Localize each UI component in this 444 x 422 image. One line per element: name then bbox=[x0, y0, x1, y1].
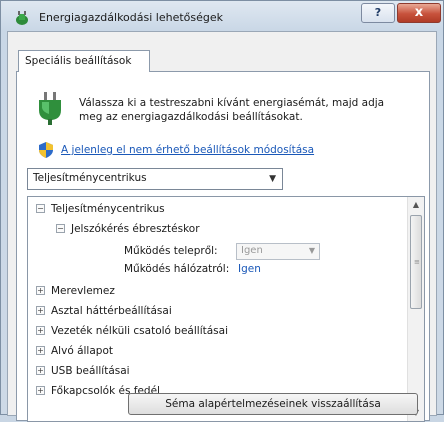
tree-item[interactable]: + Alvó állapot bbox=[36, 345, 113, 357]
tree-item-label: Vezeték nélküli csatoló beállításai bbox=[51, 325, 228, 337]
tree-item-label: Merevlemez bbox=[51, 285, 115, 297]
scrollbar-thumb[interactable]: ≡ bbox=[410, 215, 422, 309]
collapse-icon[interactable]: − bbox=[36, 204, 45, 213]
tree-item[interactable]: + USB beállításai bbox=[36, 365, 130, 377]
power-plan-icon bbox=[16, 11, 28, 25]
restore-defaults-button[interactable]: Séma alapértelmezéseinek visszaállítása bbox=[128, 393, 418, 415]
option-ac-label: Működés hálózatról: bbox=[124, 263, 230, 275]
power-plan-select-value: Teljesítménycentrikus bbox=[33, 172, 147, 184]
tree-item-root-label: Teljesítménycentrikus bbox=[51, 203, 165, 215]
dropdown-arrow-icon: ▼ bbox=[308, 246, 315, 255]
shield-icon bbox=[39, 142, 53, 158]
tree-item-label: Alvó állapot bbox=[51, 345, 113, 357]
window-title: Energiagazdálkodási lehetőségek bbox=[39, 11, 224, 24]
option-ac-value[interactable]: Igen bbox=[238, 263, 261, 275]
grip-icon: ≡ bbox=[414, 258, 420, 266]
dialog-body: Speciális beállítások Válassza ki a test… bbox=[7, 31, 437, 422]
option-battery-label: Működés telepről: bbox=[124, 245, 218, 257]
tree-item-group-label: Jelszókérés ébresztéskor bbox=[71, 223, 200, 235]
expand-icon[interactable]: + bbox=[36, 326, 45, 335]
option-battery-value: Igen bbox=[241, 245, 263, 256]
title-bar: Energiagazdálkodási lehetőségek ? x bbox=[1, 1, 443, 33]
intro-text: Válassza ki a testreszabni kívánt energi… bbox=[79, 97, 385, 123]
expand-icon[interactable]: + bbox=[36, 346, 45, 355]
tree-item-label: Asztal háttérbeállításai bbox=[51, 305, 172, 317]
tree-item-group[interactable]: − Jelszókérés ébresztéskor bbox=[56, 223, 200, 235]
tree-item[interactable]: + Vezeték nélküli csatoló beállításai bbox=[36, 325, 228, 337]
expand-icon[interactable]: + bbox=[36, 366, 45, 375]
tree-item[interactable]: + Asztal háttérbeállításai bbox=[36, 305, 172, 317]
settings-tree: − Teljesítménycentrikus − Jelszókérés ébre… bbox=[27, 196, 425, 422]
tree-item-root[interactable]: − Teljesítménycentrikus bbox=[36, 203, 165, 215]
tree-scrollbar[interactable]: ▲ ≡ ▼ bbox=[407, 197, 424, 421]
power-options-window: Energiagazdálkodási lehetőségek ? x Spec… bbox=[0, 0, 444, 422]
scroll-up-icon[interactable]: ▲ bbox=[408, 197, 424, 213]
dropdown-arrow-icon: ▼ bbox=[269, 174, 276, 184]
change-unavailable-settings-link[interactable]: A jelenleg el nem érhető beállítások mód… bbox=[61, 144, 314, 156]
help-button[interactable]: ? bbox=[361, 3, 395, 23]
close-button[interactable]: x bbox=[397, 3, 441, 23]
tree-item[interactable]: + Merevlemez bbox=[36, 285, 115, 297]
power-plan-select[interactable]: Teljesítménycentrikus ▼ bbox=[27, 168, 283, 190]
tab-advanced-settings[interactable]: Speciális beállítások bbox=[18, 50, 150, 72]
expand-icon[interactable]: + bbox=[36, 386, 45, 395]
option-battery-select[interactable]: Igen ▼ bbox=[236, 243, 320, 260]
collapse-icon[interactable]: − bbox=[56, 224, 65, 233]
power-plug-icon bbox=[39, 92, 61, 125]
tab-panel: Válassza ki a testreszabni kívánt energi… bbox=[16, 71, 430, 422]
expand-icon[interactable]: + bbox=[36, 306, 45, 315]
expand-icon[interactable]: + bbox=[36, 286, 45, 295]
tree-item-label: USB beállításai bbox=[51, 365, 130, 377]
